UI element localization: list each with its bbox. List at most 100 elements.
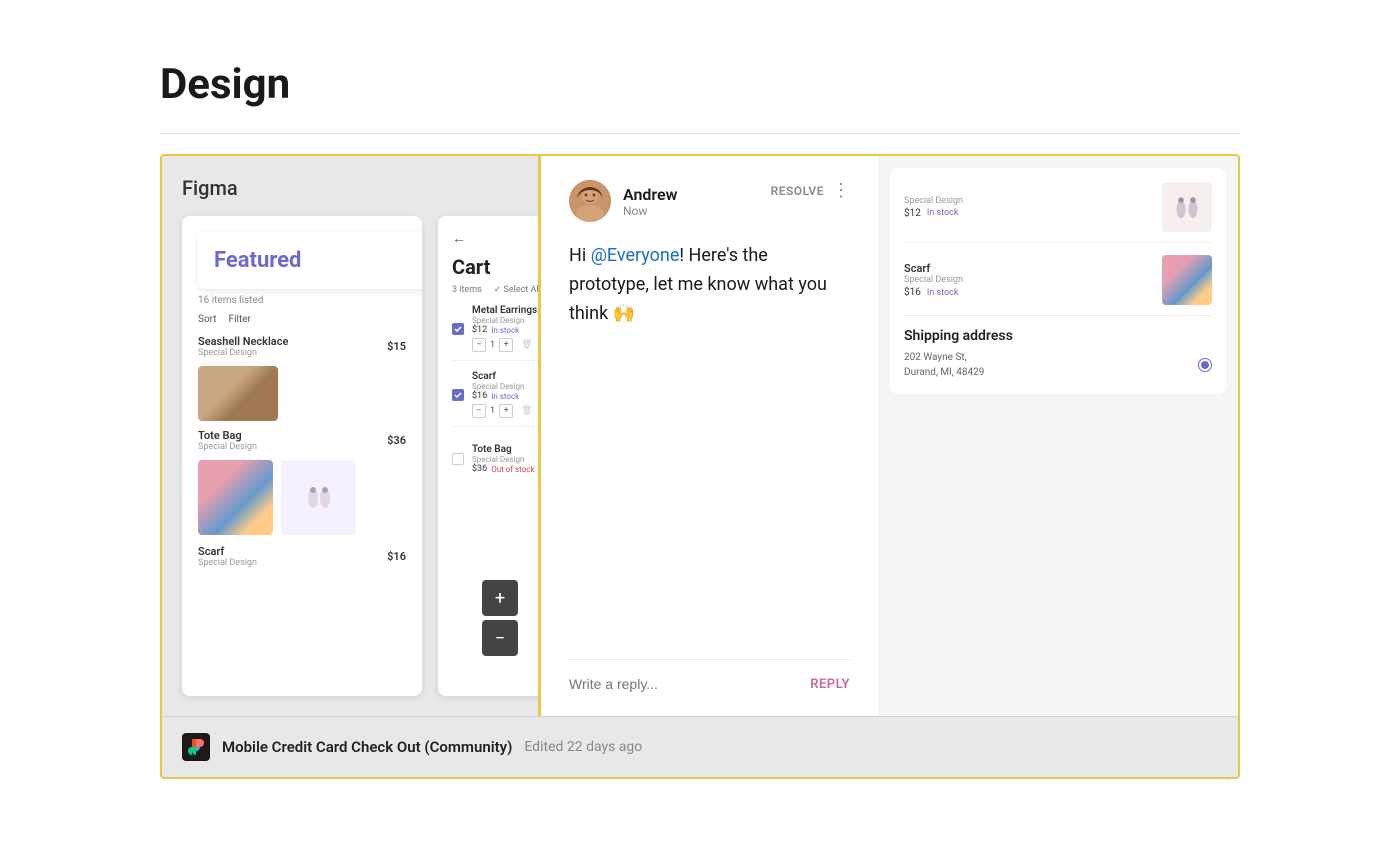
- select-all-label[interactable]: ✓ Select All: [494, 285, 538, 295]
- radio-indicator[interactable]: [1198, 358, 1212, 372]
- file-name: Mobile Credit Card Check Out (Community): [222, 738, 512, 756]
- partial-thumb-scarf: [1162, 255, 1212, 305]
- qty-control-scarf: − 1 + 🗑: [472, 404, 538, 418]
- user-meta: Andrew Now: [623, 185, 677, 218]
- cart-item-tote: Tote Bag Special Design $36 Out of stock: [452, 437, 538, 489]
- partial-item-scarf: Scarf Special Design $16 In stock: [904, 255, 1212, 316]
- qty-minus-earrings[interactable]: −: [472, 338, 486, 352]
- checkbox-scarf[interactable]: [452, 389, 464, 401]
- cart-item-price-tote: $36: [472, 464, 487, 474]
- partial-stock-scarf: In stock: [927, 288, 959, 298]
- qty-minus-scarf[interactable]: −: [472, 404, 486, 418]
- comment-panel: Andrew Now RESOLVE ⋮ Hi @Everyone! Here'…: [538, 156, 878, 716]
- product-item-necklace: Seashell Necklace Special Design $15: [198, 335, 406, 358]
- items-count: 16 items listed: [198, 295, 406, 306]
- reply-button[interactable]: REPLY: [810, 677, 850, 692]
- comment-user-info: Andrew Now: [569, 180, 677, 222]
- cart-item-name-tote: Tote Bag: [472, 444, 538, 455]
- shipping-title: Shipping address: [904, 328, 1212, 344]
- checkbox-tote[interactable]: [452, 453, 464, 465]
- comment-header: Andrew Now RESOLVE ⋮: [569, 180, 850, 222]
- zoom-in-button[interactable]: +: [482, 580, 518, 616]
- cart-items-count: 3 items: [452, 285, 482, 295]
- sort-label: Sort: [198, 314, 217, 325]
- product-sub-tote: Special Design: [198, 442, 387, 452]
- product-name-scarf: Scarf: [198, 545, 387, 558]
- reply-input[interactable]: [569, 676, 810, 692]
- product-name-necklace: Seashell Necklace: [198, 335, 387, 348]
- cart-item-earrings: Metal Earrings Special Design $12 In sto…: [452, 305, 538, 361]
- cart-item-stock-earrings: In stock: [491, 326, 519, 335]
- product-name-tote: Tote Bag: [198, 429, 387, 442]
- earring-image: [281, 460, 356, 535]
- comment-body: Hi @Everyone! Here's the prototype, let …: [569, 242, 850, 328]
- page-container: Design Figma Featured 16 items listed So…: [0, 0, 1400, 839]
- zoom-controls: + −: [482, 580, 518, 656]
- cart-item-name-scarf: Scarf: [472, 371, 538, 382]
- avatar-face: [569, 180, 611, 222]
- figma-label: Figma: [182, 176, 518, 200]
- partial-price-scarf: $16: [904, 287, 921, 298]
- cart-title: Cart: [452, 255, 538, 279]
- figma-screens: Featured 16 items listed Sort Filter Sea…: [182, 216, 518, 696]
- partial-sub-earrings: Special Design: [904, 196, 1154, 206]
- filter-row: Sort Filter: [198, 314, 406, 325]
- shipping-section: Shipping address 202 Wayne St, Durand, M…: [904, 328, 1212, 380]
- right-preview: Special Design $12 In stock: [878, 156, 1238, 716]
- avatar: [569, 180, 611, 222]
- product-price-necklace: $15: [387, 340, 406, 353]
- back-arrow-icon[interactable]: ←: [452, 230, 538, 247]
- figma-panel: Figma Featured 16 items listed Sort Filt…: [162, 156, 538, 716]
- screen-partial: Special Design $12 In stock: [890, 168, 1226, 394]
- user-time: Now: [623, 204, 677, 218]
- qty-control-earrings: − 1 + 🗑: [472, 338, 538, 352]
- checkbox-earrings[interactable]: [452, 323, 464, 335]
- cart-item-sub-tote: Special Design: [472, 455, 538, 464]
- tote-img: [198, 366, 278, 421]
- page-divider: [160, 133, 1240, 134]
- cart-meta: 3 items ✓ Select All 🗑 Delete Selected: [452, 285, 538, 295]
- shipping-addr: 202 Wayne St, Durand, MI, 48429: [904, 350, 984, 380]
- screen-featured: Featured 16 items listed Sort Filter Sea…: [182, 216, 422, 696]
- qty-plus-earrings[interactable]: +: [499, 338, 513, 352]
- product-sub-necklace: Special Design: [198, 348, 387, 358]
- product-price-tote: $36: [387, 434, 406, 447]
- cart-item-name-earrings: Metal Earrings: [472, 305, 538, 316]
- resolve-button[interactable]: RESOLVE: [771, 184, 824, 198]
- partial-thumb-earrings: [1162, 182, 1212, 232]
- edit-time: Edited 22 days ago: [524, 739, 642, 755]
- cart-item-price-scarf: $16: [472, 391, 487, 401]
- product-item-tote: Tote Bag Special Design $36: [198, 429, 406, 452]
- product-item-scarf: Scarf Special Design $16: [198, 545, 406, 568]
- main-card: Figma Featured 16 items listed Sort Filt…: [160, 154, 1240, 779]
- product-row-scarf: [198, 460, 406, 535]
- mention-everyone: @Everyone: [591, 245, 680, 266]
- filter-label: Filter: [229, 314, 251, 325]
- comment-actions: RESOLVE ⋮: [771, 180, 850, 201]
- cart-item-stock-scarf: In stock: [491, 392, 519, 401]
- card-footer: Mobile Credit Card Check Out (Community)…: [162, 716, 1238, 777]
- page-title: Design: [160, 60, 1240, 109]
- cart-item-price-earrings: $12: [472, 325, 487, 335]
- zoom-out-button[interactable]: −: [482, 620, 518, 656]
- cart-item-sub-scarf: Special Design: [472, 382, 538, 391]
- comment-reply-area: REPLY: [569, 659, 850, 692]
- partial-sub-scarf: Special Design: [904, 275, 1154, 285]
- scarf-image: [198, 460, 273, 535]
- qty-plus-scarf[interactable]: +: [499, 404, 513, 418]
- partial-price-earrings: $12: [904, 208, 921, 219]
- featured-title: Featured: [198, 232, 422, 289]
- card-body: Figma Featured 16 items listed Sort Filt…: [162, 156, 1238, 716]
- cart-item-sub-earrings: Special Design: [472, 316, 538, 325]
- cart-item-stock-tote: Out of stock: [491, 465, 534, 474]
- cart-item-scarf: Scarf Special Design $16 In stock − 1 +: [452, 371, 538, 427]
- figma-icon: [182, 733, 210, 761]
- product-price-scarf: $16: [387, 550, 406, 563]
- partial-item-earrings: Special Design $12 In stock: [904, 182, 1212, 243]
- user-name: Andrew: [623, 185, 677, 204]
- partial-stock-earrings: In stock: [927, 208, 959, 218]
- more-options-button[interactable]: ⋮: [832, 180, 850, 201]
- tote-image: [198, 366, 278, 421]
- partial-name-scarf: Scarf: [904, 262, 1154, 275]
- product-sub-scarf: Special Design: [198, 558, 387, 568]
